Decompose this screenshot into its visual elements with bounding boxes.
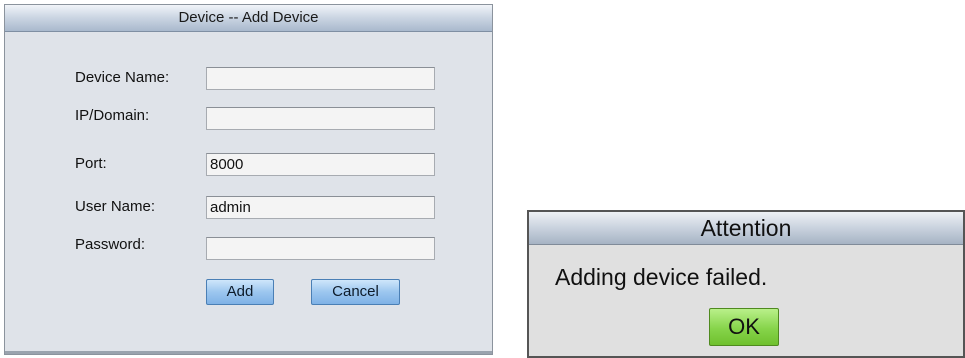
user-name-input[interactable]: admin bbox=[206, 196, 435, 219]
device-name-label: Device Name: bbox=[75, 69, 170, 86]
password-input[interactable] bbox=[206, 237, 435, 260]
attention-title: Attention bbox=[529, 212, 963, 245]
dialog-bottom-border bbox=[5, 351, 492, 354]
cancel-button[interactable]: Cancel bbox=[311, 279, 400, 305]
attention-dialog: Attention Adding device failed. OK bbox=[527, 210, 965, 358]
port-label: Port: bbox=[75, 155, 107, 172]
attention-message: Adding device failed. bbox=[555, 264, 768, 290]
port-input[interactable]: 8000 bbox=[206, 153, 435, 176]
user-name-label: User Name: bbox=[75, 198, 156, 215]
add-device-dialog: Device -- Add Device Device Name: IP/Dom… bbox=[4, 4, 493, 355]
ok-button[interactable]: OK bbox=[709, 308, 779, 346]
ip-domain-label: IP/Domain: bbox=[75, 107, 150, 124]
add-button[interactable]: Add bbox=[206, 279, 274, 305]
device-name-input[interactable] bbox=[206, 67, 435, 90]
ip-domain-input[interactable] bbox=[206, 107, 435, 130]
password-label: Password: bbox=[75, 236, 146, 253]
dialog-title: Device -- Add Device bbox=[5, 5, 492, 32]
